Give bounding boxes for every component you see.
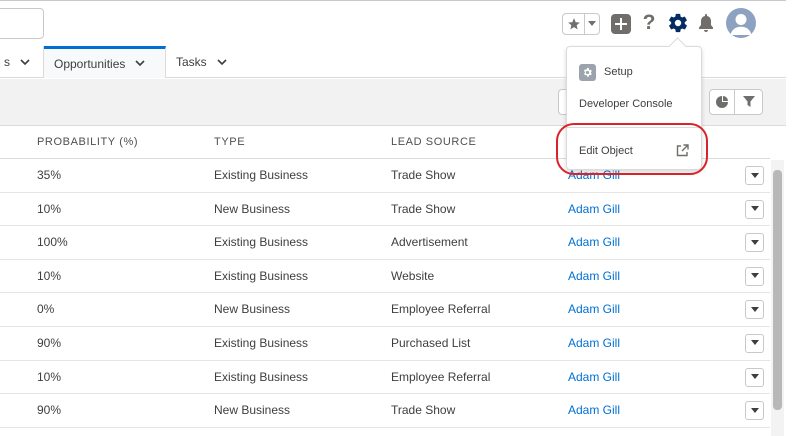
cell-owner-link[interactable]: Adam Gill: [568, 327, 620, 360]
cell-type: New Business: [214, 201, 291, 216]
cell-lead-source: Website: [391, 268, 435, 283]
favorites-button-group[interactable]: [562, 13, 600, 35]
chevron-down-icon[interactable]: [217, 58, 227, 66]
menu-item-label: Setup: [604, 66, 633, 78]
cell-owner-link[interactable]: Adam Gill: [568, 226, 620, 259]
cell-owner-link[interactable]: Adam Gill: [568, 293, 620, 326]
star-icon[interactable]: [563, 14, 584, 34]
cell-type: New Business: [214, 302, 291, 317]
cell-owner-link[interactable]: Adam Gill: [568, 361, 620, 394]
cell-lead-source: Trade Show: [391, 201, 456, 216]
cell-lead-source: Purchased List: [391, 335, 471, 350]
nav-tab-tasks[interactable]: Tasks: [166, 46, 246, 78]
highlight-annotation-circle: [556, 123, 708, 175]
table-scrollbar[interactable]: [771, 160, 784, 436]
column-header-probability[interactable]: PROBABILITY (%): [37, 126, 138, 159]
table-row: 10% New Business Trade Show Adam Gill: [0, 193, 770, 227]
table-row: 90% Existing Business Purchased List Ada…: [0, 327, 770, 361]
setup-gear-icon[interactable]: [665, 10, 691, 36]
filter-icon: [742, 96, 755, 107]
row-action-menu-button[interactable]: [745, 199, 764, 219]
notifications-bell-icon[interactable]: [696, 12, 716, 34]
setup-gear-icon: [579, 63, 596, 81]
chevron-down-icon: [750, 374, 759, 380]
chevron-down-icon[interactable]: [135, 60, 145, 67]
chevron-down-icon: [750, 172, 759, 178]
table-row: 0% New Business Employee Referral Adam G…: [0, 293, 770, 327]
cell-owner-link[interactable]: Adam Gill: [568, 260, 620, 293]
table-body: 35% Existing Business Trade Show Adam Gi…: [0, 159, 770, 428]
row-action-menu-button[interactable]: [745, 333, 764, 353]
table-row: 90% New Business Trade Show Adam Gill: [0, 394, 770, 428]
user-avatar-icon[interactable]: [726, 8, 756, 38]
cell-probability: 10%: [37, 369, 62, 384]
favorites-chevron-down-icon[interactable]: [585, 14, 599, 34]
scrollbar-thumb[interactable]: [773, 170, 782, 410]
cell-owner-link[interactable]: Adam Gill: [568, 193, 620, 226]
cell-type: New Business: [214, 403, 291, 418]
table-row: 100% Existing Business Advertisement Ada…: [0, 226, 770, 260]
global-actions-plus-icon[interactable]: [611, 14, 631, 34]
cell-type: Existing Business: [214, 335, 309, 350]
cell-probability: 10%: [37, 268, 62, 283]
column-header-lead-source[interactable]: LEAD SOURCE: [391, 126, 476, 159]
cell-type: Existing Business: [214, 369, 309, 384]
help-icon[interactable]: ?: [639, 11, 659, 35]
chevron-down-icon[interactable]: [20, 58, 30, 66]
pie-chart-icon: [716, 96, 728, 108]
cell-lead-source: Trade Show: [391, 403, 456, 418]
column-header-type[interactable]: TYPE: [214, 126, 245, 159]
row-action-menu-button[interactable]: [745, 367, 764, 387]
filter-button[interactable]: [735, 89, 763, 115]
cell-lead-source: Trade Show: [391, 168, 456, 182]
cell-type: Existing Business: [214, 168, 309, 182]
table-row: 10% Existing Business Employee Referral …: [0, 361, 770, 395]
row-action-menu-button[interactable]: [745, 233, 764, 253]
cell-lead-source: Advertisement: [391, 235, 468, 250]
cell-probability: 90%: [37, 403, 62, 418]
row-action-menu-button[interactable]: [745, 266, 764, 286]
global-search-input[interactable]: [0, 8, 44, 39]
nav-tab-previous[interactable]: s: [0, 46, 44, 78]
cell-type: Existing Business: [214, 235, 309, 250]
cell-probability: 100%: [37, 235, 68, 250]
nav-tab-label: s: [4, 55, 10, 69]
table-row: 10% Existing Business Website Adam Gill: [0, 260, 770, 294]
chevron-down-icon: [750, 239, 759, 245]
chevron-down-icon: [750, 273, 759, 279]
nav-tab-opportunities[interactable]: Opportunities: [44, 46, 166, 78]
chevron-down-icon: [750, 340, 759, 346]
row-action-menu-button[interactable]: [745, 166, 764, 185]
nav-tab-label: Opportunities: [54, 56, 126, 71]
cell-owner-link[interactable]: Adam Gill: [568, 394, 620, 427]
row-action-menu-button[interactable]: [745, 300, 764, 320]
nav-tab-label: Tasks: [176, 55, 207, 69]
cell-probability: 35%: [37, 168, 62, 182]
menu-item-label: Developer Console: [579, 98, 673, 110]
cell-probability: 10%: [37, 201, 62, 216]
cell-lead-source: Employee Referral: [391, 302, 491, 317]
cell-probability: 0%: [37, 302, 55, 317]
chevron-down-icon: [750, 306, 759, 312]
cell-lead-source: Employee Referral: [391, 369, 491, 384]
menu-item-setup[interactable]: Setup: [567, 57, 701, 87]
menu-item-developer-console[interactable]: Developer Console: [567, 89, 701, 119]
row-action-menu-button[interactable]: [745, 401, 764, 421]
chevron-down-icon: [750, 206, 759, 212]
cell-type: Existing Business: [214, 268, 309, 283]
page-edge: [786, 0, 800, 436]
cell-probability: 90%: [37, 335, 62, 350]
chart-button[interactable]: [709, 89, 735, 115]
chevron-down-icon: [750, 407, 759, 413]
